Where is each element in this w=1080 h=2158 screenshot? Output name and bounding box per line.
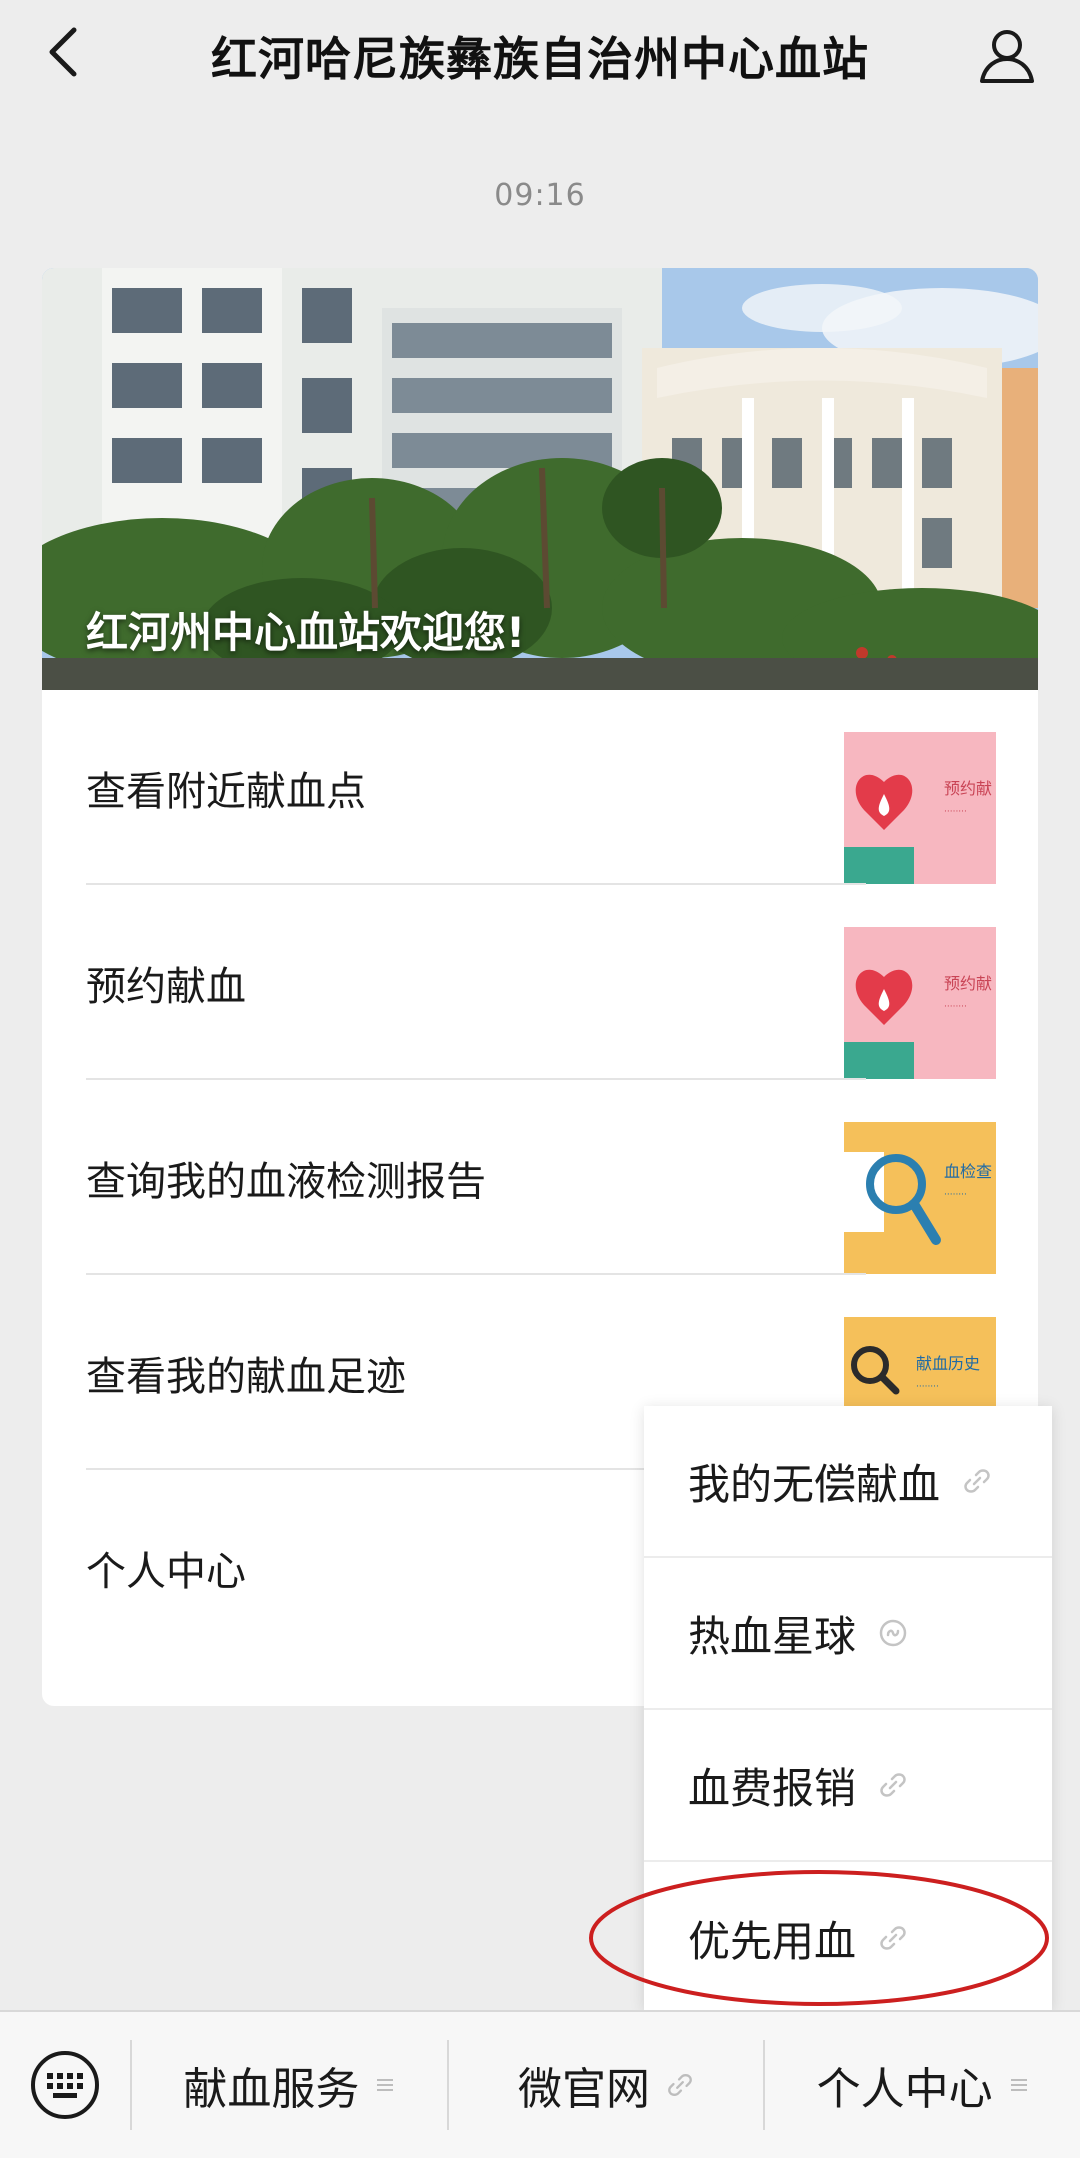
page-title: 红河哈尼族彝族自治州中心血站 (211, 32, 869, 86)
message-timestamp: 09:16 (494, 178, 586, 213)
svg-text:预约献: 预约献 (944, 779, 992, 798)
link-icon (666, 2071, 694, 2099)
bottom-menu-label: 微官网 (518, 2064, 650, 2115)
list-item-label: 查看附近献血点 (86, 768, 366, 815)
back-button[interactable] (34, 22, 94, 82)
link-icon (880, 1773, 906, 1797)
submenu-item-priority-blood-use[interactable]: 优先用血 (644, 1862, 1052, 2014)
menu-lines-icon (375, 2075, 395, 2095)
submenu-item-blood-cost-reimbursement[interactable]: 血费报销 (644, 1710, 1052, 1862)
submenu-item-label: 优先用血 (688, 1916, 857, 1966)
svg-text:········: ········ (916, 1382, 939, 1392)
svg-text:········: ········ (944, 1002, 967, 1012)
list-item-label: 预约献血 (86, 963, 246, 1010)
link-icon (880, 1926, 906, 1950)
bottom-menu-label: 献血服务 (183, 2064, 360, 2115)
list-item-label: 查询我的血液检测报告 (86, 1158, 486, 1205)
keyboard-toggle-button[interactable] (0, 2011, 130, 2158)
svg-text:········: ········ (944, 1190, 967, 1200)
submenu-item-my-donation[interactable]: 我的无偿献血 (644, 1406, 1052, 1558)
bottom-menu-label: 个人中心 (816, 2064, 993, 2115)
list-item-blood-test-report[interactable]: 查询我的血液检测报告 血检查 ········ (42, 1080, 1038, 1275)
banner-image[interactable]: 红河州中心血站欢迎您! (42, 268, 1038, 690)
menu-lines-icon (1009, 2075, 1029, 2095)
list-item-label: 查看我的献血足迹 (86, 1353, 406, 1400)
top-nav-bar: 红河哈尼族彝族自治州中心血站 (0, 0, 1080, 112)
list-item-book-donation[interactable]: 预约献血 预约献 ········ (42, 885, 1038, 1080)
bottom-menu-personal-center[interactable]: 个人中心 (765, 2011, 1080, 2158)
account-button[interactable] (972, 20, 1042, 90)
submenu-item-label: 血费报销 (688, 1763, 857, 1813)
list-item-label: 个人中心 (86, 1548, 246, 1595)
keyboard-icon (31, 2051, 99, 2119)
list-item-nearby-donation-sites[interactable]: 查看附近献血点 预约献 ········ (42, 690, 1038, 885)
magnifier-thumbnail: 血检查 ········ (844, 1122, 996, 1274)
submenu-item-label: 热血星球 (688, 1611, 857, 1661)
submenu-item-blood-planet[interactable]: 热血星球 (644, 1558, 1052, 1710)
svg-text:········: ········ (944, 807, 967, 817)
person-icon (980, 30, 1034, 83)
link-icon (964, 1469, 990, 1493)
bottom-menu-micro-site[interactable]: 微官网 (449, 2011, 764, 2158)
bottom-menu-donation-service[interactable]: 献血服务 (132, 2011, 447, 2158)
heart-hands-thumbnail: 预约献 ········ (844, 927, 996, 1079)
submenu-item-label: 我的无偿献血 (688, 1459, 941, 1509)
chevron-left-icon (49, 27, 77, 77)
heart-hands-thumbnail: 预约献 ········ (844, 732, 996, 884)
miniprogram-icon (879, 1619, 907, 1647)
bottom-menu-bar: 献血服务 微官网 个人中心 (0, 2010, 1080, 2158)
svg-text:献血历史: 献血历史 (916, 1354, 980, 1373)
submenu-popup: 我的无偿献血 热血星球 血费报销 优先用血 (644, 1406, 1052, 2010)
banner-caption: 红河州中心血站欢迎您! (86, 608, 526, 657)
svg-text:血检查: 血检查 (944, 1162, 992, 1181)
svg-text:预约献: 预约献 (944, 974, 992, 993)
